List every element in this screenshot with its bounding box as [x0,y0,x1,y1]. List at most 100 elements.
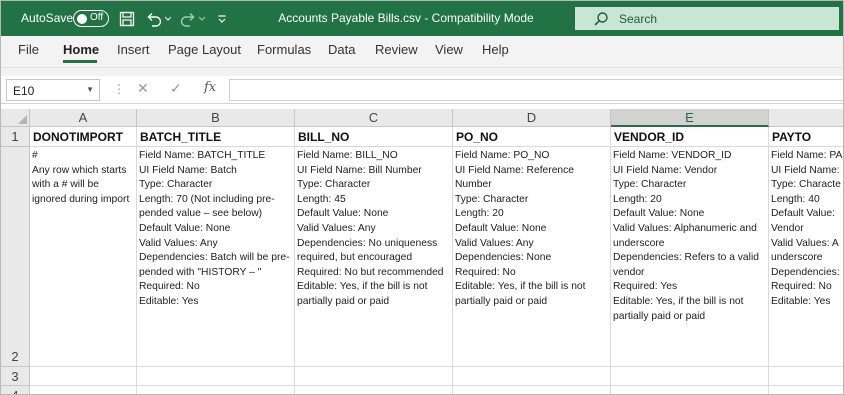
cell-a3[interactable] [30,367,137,386]
cell-line: Vendor [771,222,804,234]
cell-line: Field Name: BILL_NO [297,150,398,161]
column-header-c[interactable]: C [295,109,453,127]
cell-d1[interactable]: PO_NO [453,127,611,147]
cell-d2[interactable]: Field Name: PO_NO UI Field Name: Referen… [453,147,611,367]
cell-line: Editable: Yes, if the bill is not [455,281,586,293]
cell-line: Valid Values: Any [455,237,534,249]
cell-e3[interactable] [611,367,769,386]
cell-line: Default Value: None [613,208,705,220]
tab-help[interactable]: Help [482,42,509,57]
tab-review[interactable]: Review [375,42,418,57]
name-box[interactable]: E10 ▼ [6,79,100,101]
formula-input[interactable] [229,79,843,101]
cell-line: UI Field Name: Vendor [613,164,718,176]
cell-b2[interactable]: Field Name: BATCH_TITLE UI Field Name: B… [137,147,295,367]
enter-icon[interactable]: ✓ [170,80,182,97]
cell-line: Dependencies: Refers to a valid [613,252,759,264]
cell-f4[interactable] [769,386,843,394]
cell-e1[interactable]: VENDOR_ID [611,127,769,147]
select-all-button[interactable] [1,109,30,127]
search-icon [594,12,608,26]
cell-line: Required: No [455,266,516,278]
column-header-e[interactable]: E [611,109,769,127]
redo-dropdown-icon[interactable] [198,10,206,28]
cell-c2[interactable]: Field Name: BILL_NO UI Field Name: Bill … [295,147,453,367]
undo-icon[interactable] [145,10,163,28]
cell-line: Type: Characte [771,179,841,191]
column-header-f[interactable] [769,109,843,127]
cell-line: partially paid or paid [613,310,706,322]
row-header-4[interactable]: 4 [1,386,30,394]
tab-page-layout[interactable]: Page Layout [168,42,241,57]
cell-line: Dependencies: No uniqueness [297,237,438,249]
save-icon[interactable] [119,10,135,28]
formula-bar: E10 ▼ ⋮ ✕ ✓ fx [1,76,843,104]
tab-data[interactable]: Data [328,42,355,57]
cell-b1[interactable]: BATCH_TITLE [137,127,295,147]
autosave-state: Off [90,12,104,23]
cell-line: Length: 70 (Not including pre- [139,193,275,205]
cell-line: partially paid or paid [297,295,390,307]
column-header-a[interactable]: A [30,109,137,127]
column-header-d[interactable]: D [453,109,611,127]
cell-d3[interactable] [453,367,611,386]
cell-b4[interactable] [137,386,295,394]
cell-line: Length: 20 [613,193,662,205]
customize-icon[interactable] [217,10,227,28]
cell-line: Valid Values: Any [139,237,218,249]
cell-d4[interactable] [453,386,611,394]
cell-a4[interactable] [30,386,137,394]
tab-insert[interactable]: Insert [117,42,150,57]
cell-line: partially paid or paid [455,295,548,307]
cell-line: Length: 20 [455,208,504,220]
tab-home[interactable]: Home [63,42,99,57]
cell-line: Field Name: PA [771,150,843,161]
cell-b3[interactable] [137,367,295,386]
cell-line: Length: 45 [297,193,346,205]
cell-c3[interactable] [295,367,453,386]
cell-line: Valid Values: A [771,237,839,249]
cell-line: with a # will be [32,179,99,191]
cell-e4[interactable] [611,386,769,394]
tab-file[interactable]: File [18,42,39,57]
cell-line: Number [455,179,492,191]
document-title: Accounts Payable Bills.csv - Compatibili… [278,11,534,25]
search-box[interactable]: Search [575,7,839,30]
cell-line: underscore [613,237,665,249]
cell-c4[interactable] [295,386,453,394]
cell-line: Type: Character [613,179,687,191]
row-header-3[interactable]: 3 [1,367,30,386]
cell-line: pended value – see below) [139,208,263,220]
cell-f2[interactable]: Field Name: PA UI Field Name: Type: Char… [769,147,843,367]
chevron-down-icon[interactable]: ▼ [86,85,94,94]
cell-c1[interactable]: BILL_NO [295,127,453,147]
autosave-toggle[interactable]: Off [73,10,109,27]
cell-line: UI Field Name: Bill Number [297,164,422,176]
undo-dropdown-icon[interactable] [164,10,172,28]
redo-icon[interactable] [179,10,197,28]
row-header-2[interactable]: 2 [1,147,30,367]
cell-line: UI Field Name: [771,164,840,176]
cell-line: Type: Character [455,193,529,205]
cell-line: Editable: Yes, if the bill is not [613,295,744,307]
cell-line: Editable: Yes [771,295,831,307]
cell-f3[interactable] [769,367,843,386]
cell-line: Default Value: [771,208,835,220]
tab-formulas[interactable]: Formulas [257,42,311,57]
toggle-knob [77,13,87,24]
row-header-1[interactable]: 1 [1,127,30,147]
cell-e2[interactable]: Field Name: VENDOR_ID UI Field Name: Ven… [611,147,769,367]
active-tab-indicator [63,60,97,63]
excel-window: AutoSave Off Accounts Payable Bills.csv … [0,0,844,395]
cell-a1[interactable]: DONOTIMPORT [30,127,137,147]
cell-line: ignored during import [32,193,130,205]
tab-view[interactable]: View [435,42,463,57]
insert-function-icon[interactable]: fx [204,80,216,95]
cell-line: UI Field Name: Reference [455,164,575,176]
worksheet-grid[interactable]: A B C D E 1 2 3 4 DONOTIMPORT BATCH_TITL… [1,109,843,394]
cell-line: Field Name: PO_NO [455,150,550,161]
column-header-b[interactable]: B [137,109,295,127]
cell-f1[interactable]: PAYTO [769,127,843,147]
cancel-icon[interactable]: ✕ [137,80,149,97]
cell-a2[interactable]: # Any row which starts with a # will be … [30,147,137,367]
